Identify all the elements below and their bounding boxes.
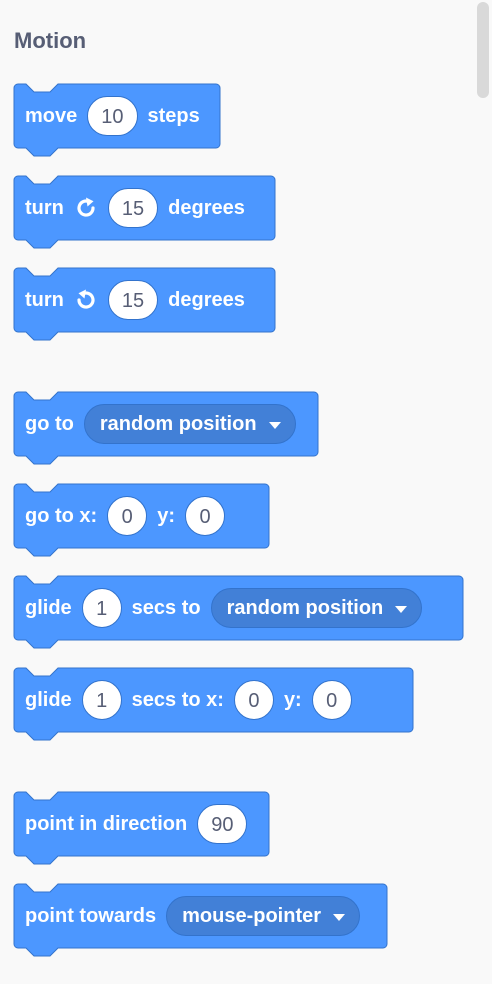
palette-scrollbar[interactable] [474,0,492,984]
y-input[interactable]: 0 [185,496,226,536]
secs-input[interactable]: 1 [81,588,122,628]
block-label: secs to x: [131,688,224,711]
dropdown-value: mouse-pointer [182,904,322,927]
block-label: y: [283,688,302,711]
move-steps-block[interactable]: move 10 steps [13,83,221,157]
go-to-block[interactable]: go to random position [13,391,319,465]
block-label: go to [25,412,74,435]
block-label: degrees [168,288,245,311]
go-to-xy-block[interactable]: go to x: 0 y: 0 [13,483,270,557]
rotate-left-icon [74,288,98,312]
y-input[interactable]: 0 [311,680,352,720]
dropdown-value: random position [226,596,384,619]
turn-right-block[interactable]: turn 15 degrees [13,175,276,249]
block-label: point in direction [25,812,188,835]
scrollbar-thumb[interactable] [477,2,489,98]
glide-to-block[interactable]: glide 1 secs to random position [13,575,464,649]
dropdown-value: random position [99,412,257,435]
category-title: Motion [14,28,87,53]
block-label: y: [157,504,176,527]
block-label: go to x: [25,504,98,527]
x-input[interactable]: 0 [107,496,148,536]
blocks-palette: Motion move 10 steps turn 15 degrees tur… [0,0,492,984]
secs-input[interactable]: 1 [81,680,122,720]
glide-target-dropdown[interactable]: random position [210,588,423,628]
dropdown-caret-icon [268,421,281,429]
block-label: point towards [25,904,157,927]
degrees-input[interactable]: 15 [107,188,159,228]
dropdown-caret-icon [333,913,346,921]
block-label: turn [25,288,64,311]
point-towards-dropdown[interactable]: mouse-pointer [166,896,361,936]
block-label: glide [25,596,72,619]
steps-input[interactable]: 10 [87,96,138,136]
block-label: secs to [131,596,201,619]
go-to-target-dropdown[interactable]: random position [83,404,296,444]
block-label: turn [25,196,64,219]
block-label: steps [147,104,200,127]
rotate-right-icon [74,196,98,220]
degrees-input[interactable]: 15 [107,280,159,320]
point-in-direction-block[interactable]: point in direction 90 [13,791,270,865]
glide-xy-block[interactable]: glide 1 secs to x: 0 y: 0 [13,667,414,741]
point-towards-block[interactable]: point towards mouse-pointer [13,883,388,957]
block-label: degrees [168,196,245,219]
x-input[interactable]: 0 [233,680,274,720]
dropdown-caret-icon [395,605,408,613]
block-label: glide [25,688,72,711]
direction-input[interactable]: 90 [197,804,248,844]
turn-left-block[interactable]: turn 15 degrees [13,267,276,341]
block-label: move [25,104,78,127]
